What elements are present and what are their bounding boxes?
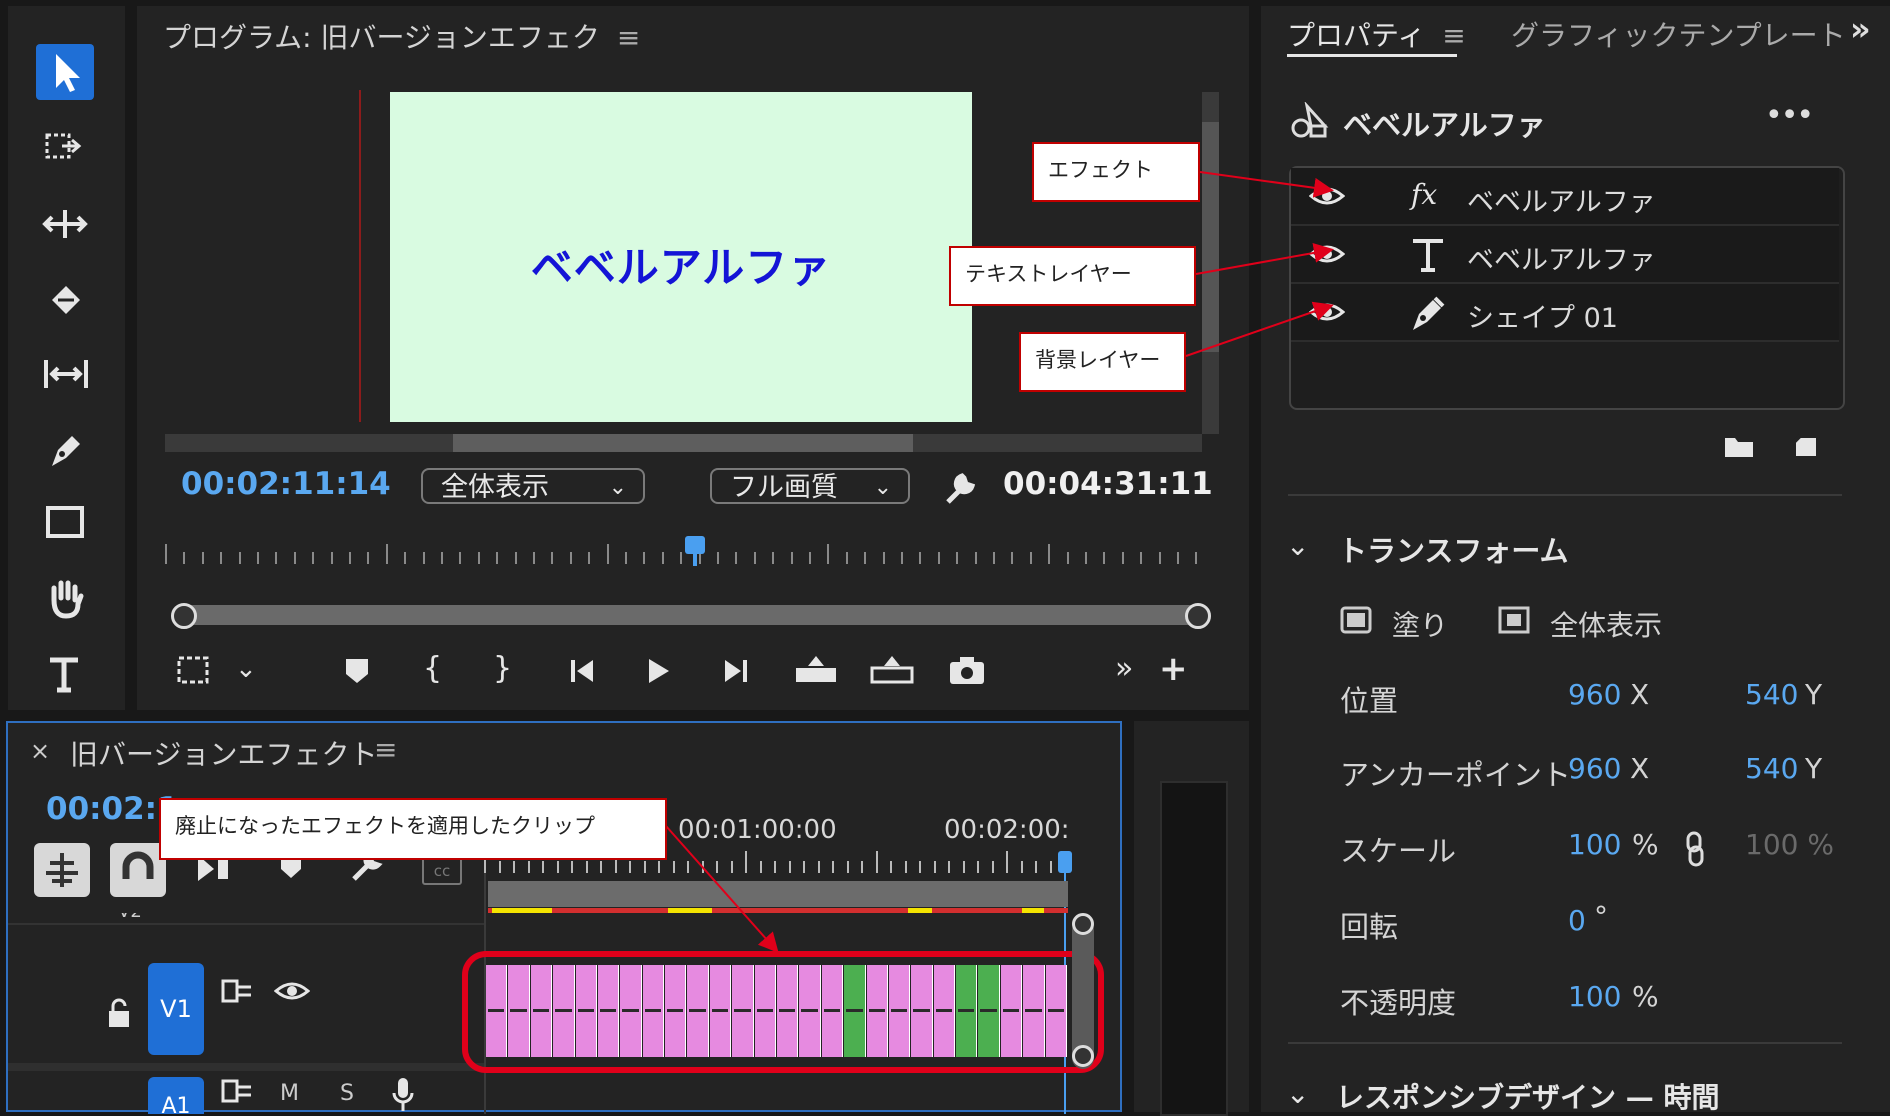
callout-clip: 廃止になったエフェクトを適用したクリップ xyxy=(159,798,667,860)
callout-bg-layer: 背景レイヤー xyxy=(1019,332,1186,392)
callout-effect: エフェクト xyxy=(1032,142,1200,202)
callout-arrows xyxy=(665,171,1334,953)
callout-text-layer: テキストレイヤー xyxy=(949,246,1196,306)
